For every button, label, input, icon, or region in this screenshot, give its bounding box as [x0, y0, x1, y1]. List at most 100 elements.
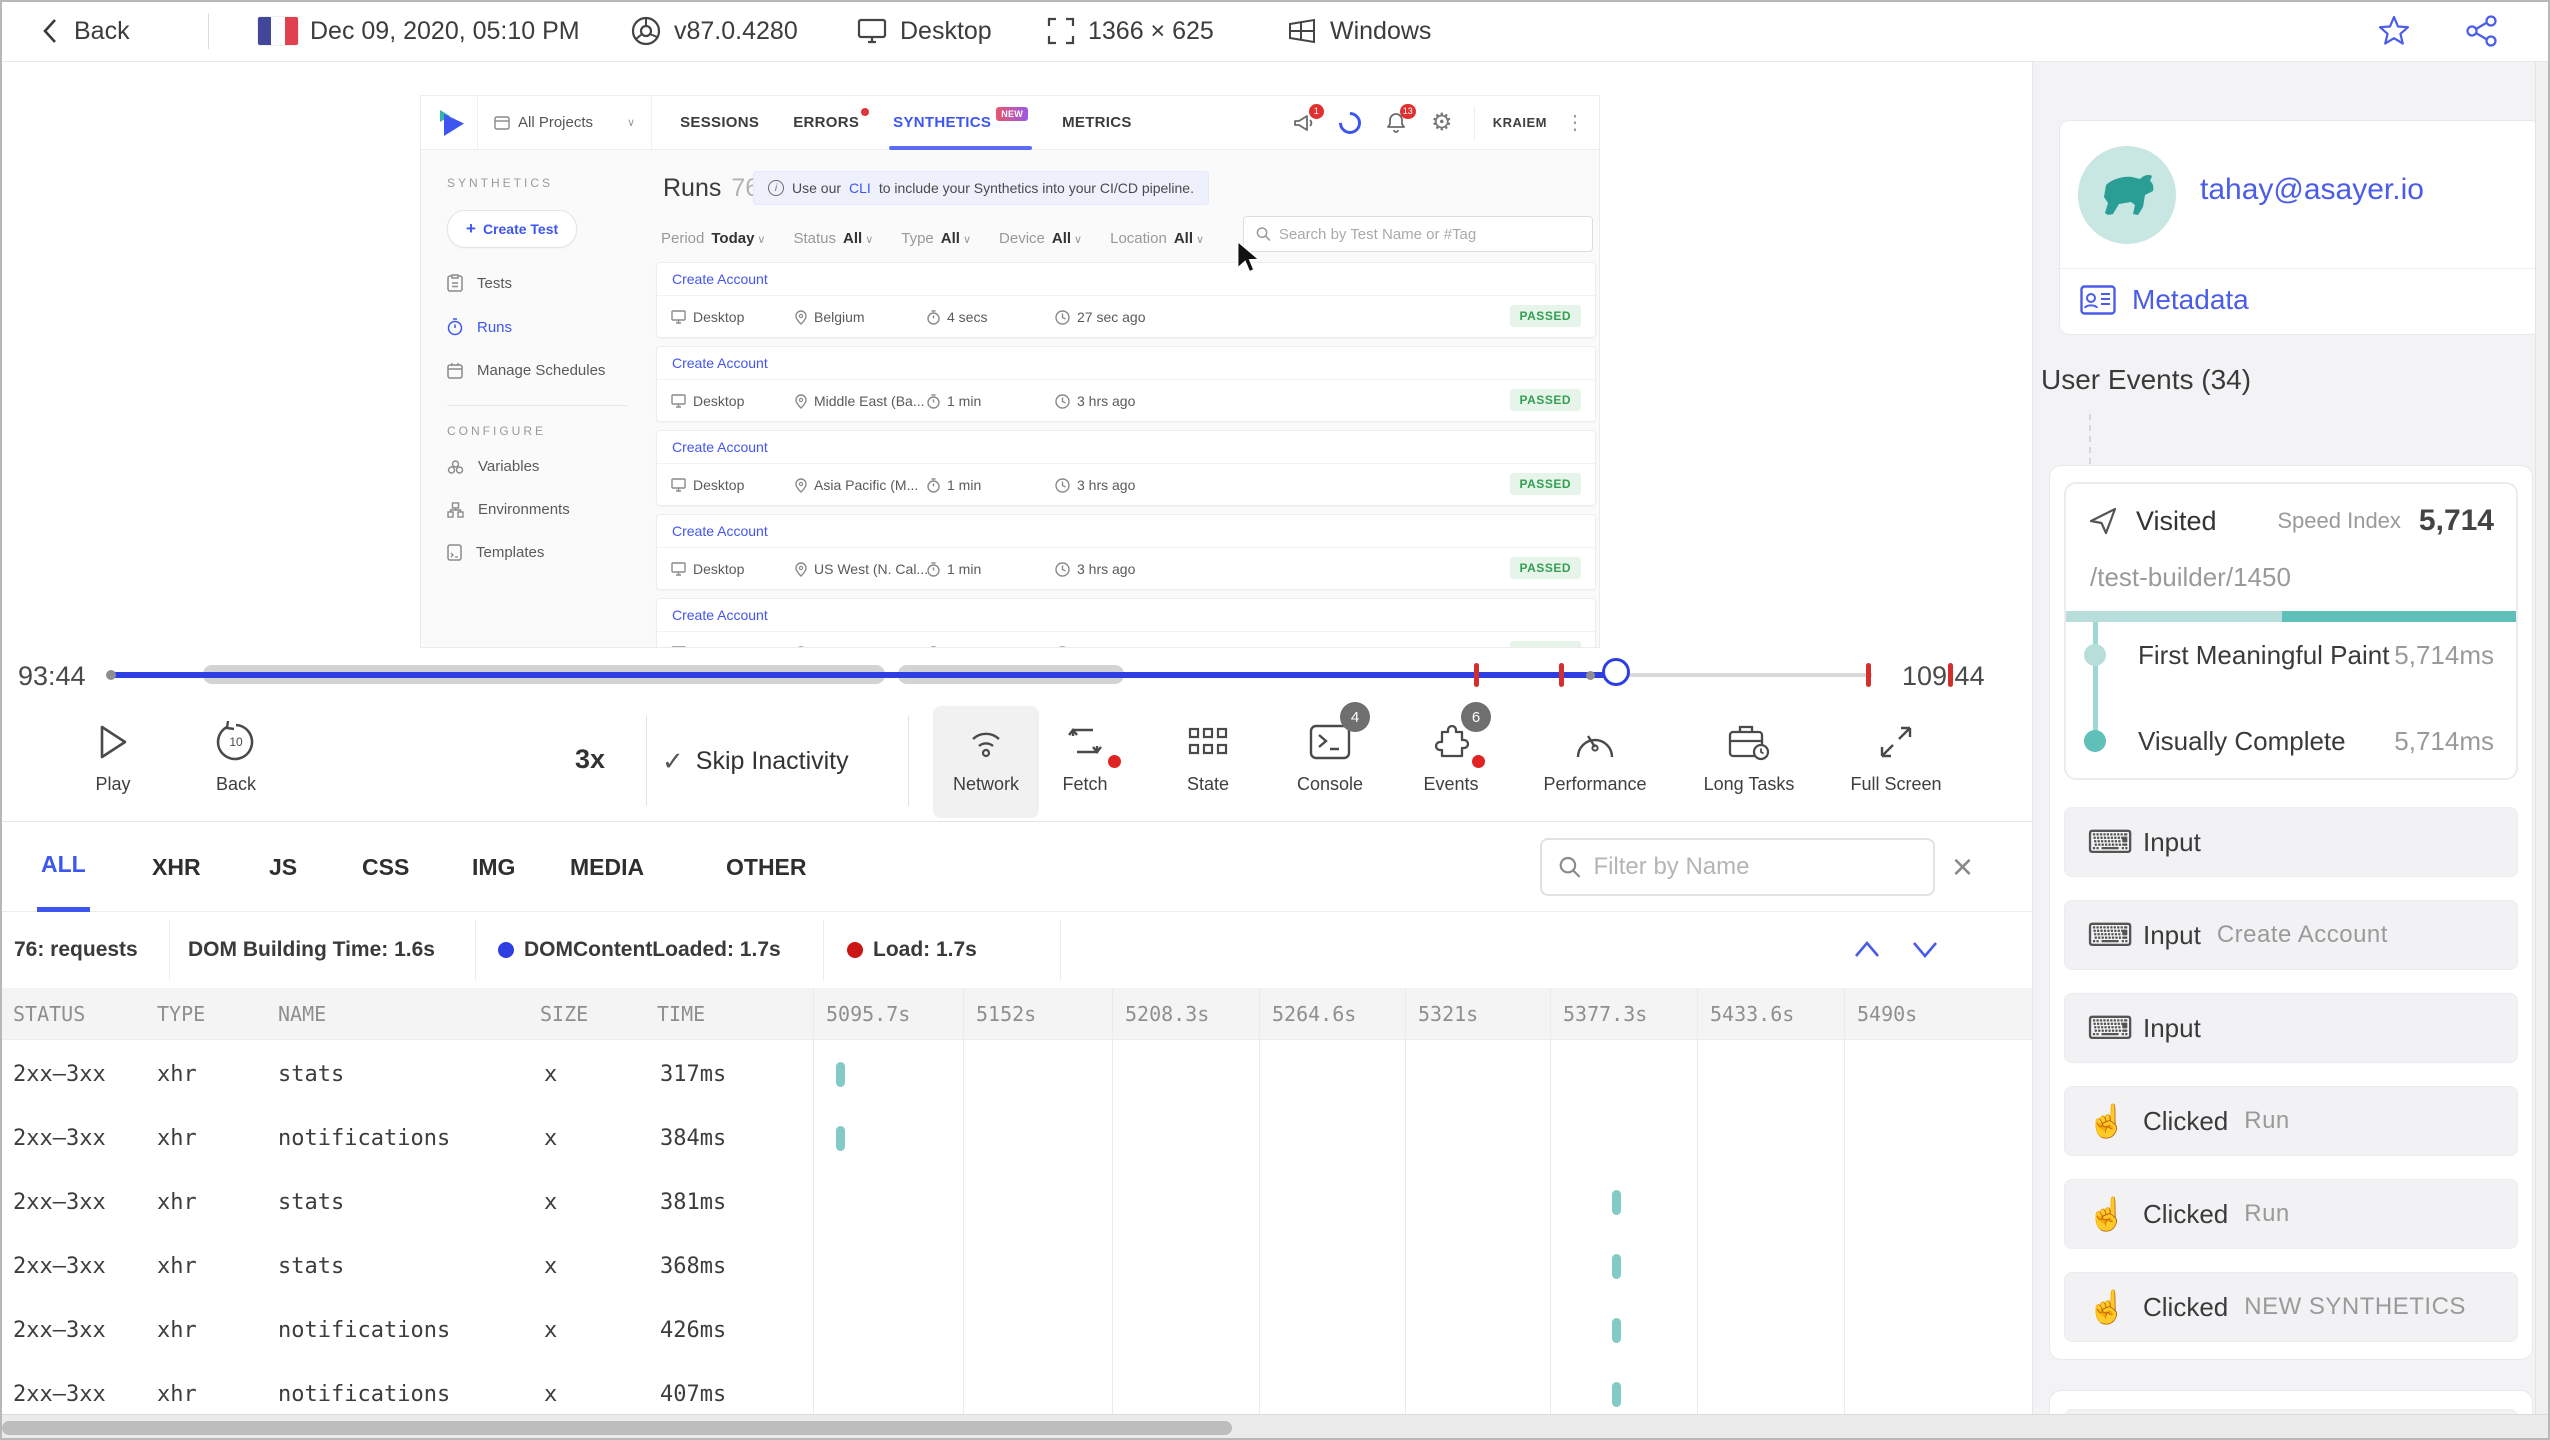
time-tick: 5490s — [1857, 1002, 1918, 1026]
requests-count: 76: requests — [14, 938, 138, 961]
run-card: Create Account Desktop US West (N. Cal..… — [656, 514, 1596, 590]
run-device: Desktop — [693, 309, 745, 325]
run-title-link: Create Account — [657, 263, 1595, 296]
next-request-button[interactable] — [1906, 936, 1944, 962]
table-row[interactable]: 2xx–3xx xhr stats x 381ms — [0, 1172, 2032, 1236]
filter-status: Status All ∨ — [793, 230, 873, 247]
time-tick: 5264.6s — [1272, 1002, 1357, 1026]
full-screen-button[interactable]: Full Screen — [1826, 714, 1966, 795]
favorite-button[interactable] — [2376, 0, 2412, 62]
info-icon: i — [768, 180, 784, 196]
tests-label: Tests — [477, 274, 513, 292]
user-events-card: Visited Speed Index 5,714 /test-builder/… — [2049, 465, 2533, 1360]
period-label: Period — [661, 230, 705, 247]
event-item[interactable]: ☝ Clicked NEW SYNTHETICS — [2064, 1272, 2518, 1342]
back-button[interactable]: Back — [38, 0, 130, 62]
load-dot — [847, 942, 863, 958]
puzzle-icon: 6 — [1423, 702, 1491, 770]
stats-divider — [1060, 920, 1061, 980]
tab-js[interactable]: JS — [265, 822, 301, 912]
event-item[interactable]: ☝ Clicked Run — [2064, 1086, 2518, 1156]
table-row[interactable]: 2xx–3xx xhr stats x 368ms — [0, 1236, 2032, 1300]
user-card: tahay@asayer.io Metadata — [2059, 120, 2541, 335]
long-tasks-button[interactable]: Long Tasks — [1679, 714, 1819, 795]
windows-icon — [1289, 18, 1315, 44]
waterfall-marker — [836, 1062, 845, 1087]
skip-inactivity-toggle[interactable]: ✓ Skip Inactivity — [662, 746, 849, 777]
user-events-title: User Events (34) — [2041, 364, 2252, 395]
scrollbar-thumb[interactable] — [2, 1421, 1232, 1435]
network-waterfall-table: STATUS TYPE NAME SIZE TIME 5095.7s 5152s… — [0, 988, 2032, 1414]
skip-inactivity-label: Skip Inactivity — [695, 747, 849, 775]
row-time: 384ms — [660, 1126, 727, 1151]
table-row[interactable]: 2xx–3xx xhr notifications x 426ms — [0, 1300, 2032, 1364]
performance-button[interactable]: Performance — [1525, 714, 1665, 795]
events-button[interactable]: 6 Events — [1381, 702, 1521, 795]
type-value: All — [940, 230, 960, 247]
gauge-icon — [1567, 714, 1623, 770]
status-label: Status — [793, 230, 837, 247]
event-item[interactable]: ⌨ Input Create Account — [2064, 900, 2518, 970]
state-grid-icon — [1180, 714, 1236, 770]
row-name: notifications — [278, 1318, 451, 1343]
vc-dot — [2084, 730, 2106, 752]
monitor-icon — [671, 562, 686, 576]
filter-location: Location All ∨ — [1110, 230, 1204, 247]
close-panel-button[interactable]: × — [1952, 844, 1973, 890]
event-item[interactable]: ☝ Clicked Run — [2064, 1179, 2518, 1249]
back-10-button[interactable]: 10 Back — [166, 714, 306, 795]
time-tick: 5208.3s — [1125, 1002, 1210, 1026]
tab-xhr[interactable]: XHR — [148, 822, 205, 912]
nav-separator — [1473, 105, 1475, 140]
name-filter-input[interactable] — [1593, 853, 1917, 881]
prev-request-button[interactable] — [1848, 936, 1886, 962]
svg-text:10: 10 — [229, 735, 243, 749]
sidebar-item-templates: Templates — [447, 544, 653, 561]
visited-label: Visited — [2136, 505, 2217, 536]
panel-scrollbar[interactable] — [2535, 62, 2550, 1440]
replayed-app-nav-right: 1 13 ⚙ KRAIEM ⋮ — [1290, 103, 1585, 140]
tab-synthetics: SYNTHETICS NEW — [889, 96, 1033, 150]
fetch-button[interactable]: Fetch — [1015, 714, 1155, 795]
location-pin-icon — [795, 477, 807, 493]
stopwatch-icon — [927, 309, 940, 325]
tab-other[interactable]: OTHER — [722, 822, 811, 912]
metadata-button[interactable]: Metadata — [2080, 284, 2249, 316]
tab-img[interactable]: IMG — [468, 822, 519, 912]
wifi-icon — [958, 714, 1014, 770]
fetch-label: Fetch — [1062, 774, 1108, 794]
visited-event-card[interactable]: Visited Speed Index 5,714 /test-builder/… — [2064, 482, 2518, 780]
time-tick: 5321s — [1418, 1002, 1479, 1026]
waterfall-marker — [1612, 1382, 1621, 1407]
tab-all[interactable]: ALL — [37, 822, 90, 912]
templates-label: Templates — [476, 544, 545, 561]
player-timeline[interactable]: 93:44 109:44 — [0, 648, 2032, 702]
check-icon: ✓ — [662, 746, 684, 776]
tab-media[interactable]: MEDIA — [566, 822, 648, 912]
event-marker-red — [1559, 663, 1564, 687]
share-button[interactable] — [2464, 0, 2500, 62]
play-icon — [85, 714, 141, 770]
state-button[interactable]: State — [1138, 714, 1278, 795]
row-size: x — [544, 1126, 558, 1151]
console-button[interactable]: 4 Console — [1260, 702, 1400, 795]
bell-icon: 13 — [1382, 103, 1416, 137]
speed-toggle[interactable]: 3x — [575, 744, 605, 775]
table-row[interactable]: 2xx–3xx xhr notifications x 384ms — [0, 1108, 2032, 1172]
row-time: 426ms — [660, 1318, 727, 1343]
row-status: 2xx–3xx — [13, 1382, 106, 1407]
event-marker-red — [1474, 663, 1479, 687]
clock-icon — [1055, 309, 1070, 325]
tab-css[interactable]: CSS — [358, 822, 413, 912]
playhead-handle[interactable] — [1602, 658, 1630, 686]
play-button[interactable]: Play — [43, 714, 183, 795]
event-item[interactable]: ⌨ Input — [2064, 993, 2518, 1063]
name-filter-box — [1540, 838, 1935, 896]
console-label: Console — [1296, 774, 1364, 794]
share-icon — [2466, 15, 2497, 47]
current-time-label: 93:44 — [18, 661, 86, 691]
event-detail: Create Account — [2216, 921, 2388, 948]
type-label: Type — [901, 230, 934, 247]
event-item[interactable]: ⌨ Input — [2064, 807, 2518, 877]
table-row[interactable]: 2xx–3xx xhr stats x 317ms — [0, 1044, 2032, 1108]
